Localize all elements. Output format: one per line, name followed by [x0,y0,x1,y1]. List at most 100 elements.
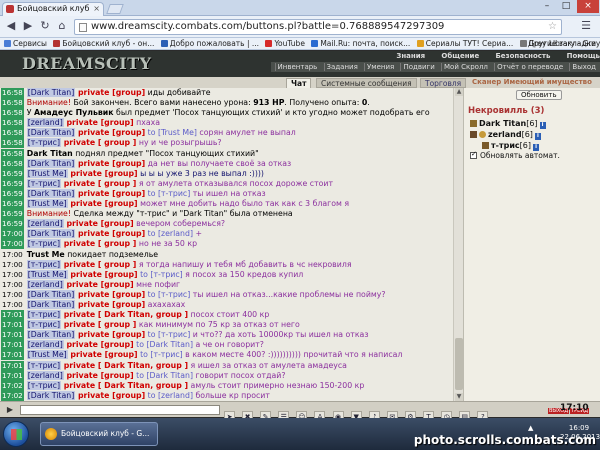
minimize-button[interactable]: – [538,0,556,13]
player-info-icon[interactable]: i [534,133,541,140]
clan-icon [470,120,477,127]
message-recipient[interactable]: to [т-трис] [138,270,183,279]
bookmark-item[interactable]: Бойцовский клуб - он... [53,38,154,49]
nav-transfer-report[interactable]: Отчёт о переводе [494,63,566,71]
message-recipient[interactable]: to [т-трис] [145,330,191,339]
message-sender[interactable]: [Trust Me] [26,199,68,209]
forward-arrow-icon[interactable]: ▶ [21,19,35,33]
chat-input[interactable] [20,405,220,415]
message-sender[interactable]: [Dark Titan] [26,128,76,138]
message-sender[interactable]: [Dark Titan] [26,299,76,309]
address-url: www.dreamscity.combats.com/buttons.pl?ba… [91,21,445,32]
nav-inventory[interactable]: Инвентарь [274,63,320,71]
message-sender[interactable]: [т-трис] [26,320,62,330]
nav-skills[interactable]: Умения [364,63,397,71]
player-row[interactable]: Dark Titan[6] i [470,118,598,129]
message-sender[interactable]: [Dark Titan] [26,289,76,299]
message-recipient[interactable]: to [т-трис] [145,290,191,299]
auto-update-checkbox[interactable] [470,150,477,159]
message-sender[interactable]: [Dark Titan] [26,229,76,239]
nav-quests[interactable]: Задания [323,63,360,71]
bookmark-item[interactable]: Добро пожаловать | ... [160,38,259,49]
message-text: Бой закончен. Всего вами нанесено урона: [73,98,254,108]
windows-start-icon[interactable] [3,421,29,447]
bookmark-item[interactable]: Сериалы ТУТ! Сериа... [416,38,513,49]
message-sender[interactable]: [Dark Titan] [26,330,76,340]
message-sender[interactable]: [т-трис] [26,310,62,320]
system-tray-icons[interactable]: ▲ [528,424,533,432]
nav-feats[interactable]: Подвиги [400,63,437,71]
player-info-icon[interactable]: i [533,144,540,151]
message-sender[interactable]: [zerland] [26,370,64,380]
message-recipient[interactable]: to [т-трис] [138,350,183,359]
message-recipient[interactable]: to [т-трис] [145,189,191,198]
address-bar[interactable]: www.dreamscity.combats.com/buttons.pl?ba… [74,19,562,35]
tab-chat[interactable]: Чат [286,78,312,88]
bookmark-item[interactable]: YouTube [265,38,305,49]
reload-icon[interactable]: ↻ [38,19,52,33]
message-sender[interactable]: [Trust Me] [26,269,68,279]
message-recipient[interactable]: to [Trust Me] [145,128,197,137]
nav-knowledge[interactable]: Знания [396,52,425,60]
message-sender[interactable]: [Trust Me] [26,168,68,178]
page-icon [79,23,87,32]
nav-scroll[interactable]: Мой Скролл [441,63,490,71]
refresh-button[interactable]: Обновить [516,90,562,100]
message-sender[interactable]: [zerland] [26,279,64,289]
message-channel: private [group] [75,289,146,299]
message-sender[interactable]: [т-трис] [26,239,62,249]
back-arrow-icon[interactable]: ◀ [4,19,18,33]
chat-message: 16:59 [Trust Me] private [group] ы ы ы уж… [0,168,453,179]
other-bookmarks[interactable]: Другие закладки [528,38,596,49]
nav-help[interactable]: Помощь [567,52,600,60]
message-recipient[interactable]: to [zerland] [145,229,193,238]
message-sender[interactable]: [т-трис] [26,178,62,188]
message-text: Внимание! [26,209,74,219]
chat-scrollbar[interactable]: ▲ ▼ [453,88,463,401]
message-sender[interactable]: [Trust Me] [26,350,68,360]
message-sender[interactable]: [т-трис] [26,360,62,370]
scroll-down-arrow-icon[interactable]: ▼ [455,393,463,401]
message-sender[interactable]: [zerland] [26,340,64,350]
new-tab-button[interactable] [106,4,124,14]
scroll-thumb[interactable] [455,338,463,390]
room-strip-label: Сканер Имеющий имущество [472,78,592,86]
player-info-icon[interactable]: i [539,122,546,129]
close-window-button[interactable]: × [577,0,599,13]
player-row[interactable]: zerland[6] i [470,129,598,140]
message-sender[interactable]: [Dark Titan] [26,188,76,198]
tab-trade[interactable]: Торговля [420,78,467,88]
message-sender[interactable]: [т-трис] [26,380,62,390]
chat-mode-icon[interactable]: ▶ [4,405,16,415]
message-sender[interactable]: [т-трис] [26,259,62,269]
home-icon[interactable]: ⌂ [55,19,69,33]
message-sender[interactable]: [Dark Titan] [26,88,76,97]
bookmark-star-icon[interactable]: ☆ [548,20,557,34]
nav-exit[interactable]: Выход [569,63,598,71]
message-sender[interactable]: [Dark Titan] [26,390,76,400]
auto-update-toggle[interactable]: Обновлять автомат. [470,150,560,160]
bookmark-item[interactable]: Сервисы [4,38,47,49]
bookmark-item[interactable]: Mail.Ru: почта, поиск... [311,38,410,49]
scroll-up-arrow-icon[interactable]: ▲ [455,88,463,96]
maximize-button[interactable]: □ [557,0,575,13]
player-row[interactable]: т-трис[6] i [470,140,598,151]
message-text: ты ишел на отказ [190,188,266,198]
message-sender[interactable]: [т-трис] [26,138,62,148]
tab-system-messages[interactable]: Системные сообщения [316,78,417,88]
message-recipient[interactable]: to [Dark Titan] [134,340,193,349]
nav-security[interactable]: Безопасность [495,52,550,60]
message-recipient[interactable]: to [zerland] [145,391,193,400]
chat-message: 16:58 [Dark Titan] private [group] да нет… [0,158,453,169]
taskbar-window-item[interactable]: Бойцовский клуб - G... [40,422,158,446]
message-sender[interactable]: [zerland] [26,219,64,229]
message-recipient[interactable]: to [Dark Titan] [134,371,193,380]
nav-social[interactable]: Общение [441,52,479,60]
tab-close-icon[interactable]: × [93,3,100,15]
message-timestamp: 17:00 [2,289,23,299]
message-sender[interactable]: [zerland] [26,118,64,128]
wrench-menu-icon[interactable]: ☰ [578,19,594,33]
message-sender[interactable]: [Dark Titan] [26,158,76,168]
message-timestamp: 17:00 [1,239,24,250]
browser-tab[interactable]: Бойцовский клуб × [2,2,104,16]
